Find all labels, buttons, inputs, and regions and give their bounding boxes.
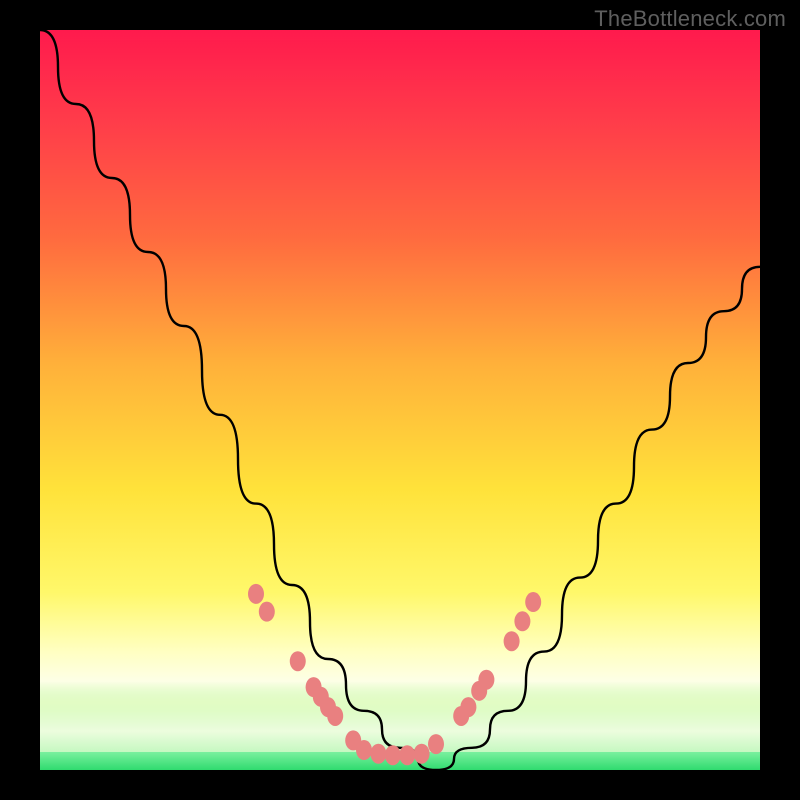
curve-marker <box>525 592 541 612</box>
curve-layer <box>40 30 760 770</box>
curve-marker <box>327 706 343 726</box>
curve-marker <box>460 697 476 717</box>
watermark-text: TheBottleneck.com <box>594 6 786 32</box>
curve-marker <box>259 602 275 622</box>
curve-marker <box>504 631 520 651</box>
curve-markers <box>248 584 541 765</box>
curve-marker <box>414 744 430 764</box>
curve-marker <box>399 745 415 765</box>
bottleneck-curve <box>40 30 760 770</box>
curve-marker <box>290 651 306 671</box>
curve-marker <box>478 670 494 690</box>
curve-marker <box>385 745 401 765</box>
curve-marker <box>356 740 372 760</box>
curve-marker <box>248 584 264 604</box>
chart-frame: TheBottleneck.com <box>0 0 800 800</box>
curve-marker <box>514 611 530 631</box>
plot-area <box>40 30 760 770</box>
curve-marker <box>428 734 444 754</box>
curve-marker <box>370 744 386 764</box>
